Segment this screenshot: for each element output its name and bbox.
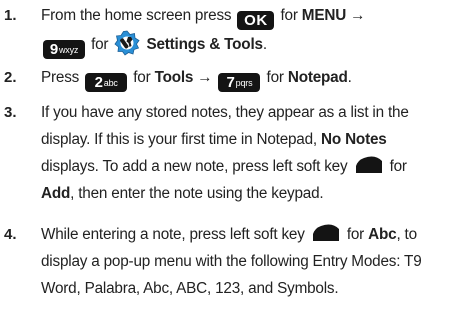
step-text: If you have any stored notes, they appea…: [41, 99, 465, 207]
text-run: for: [266, 69, 284, 86]
step-number: 4.: [4, 226, 17, 243]
key-digit: 9: [49, 41, 58, 58]
settings-tools-label: Settings & Tools: [146, 36, 263, 53]
text-run: Word, Palabra, Abc, ABC, 123, and Symbol…: [41, 280, 339, 297]
step-text: While entering a note, press left soft k…: [41, 221, 465, 302]
text-run: for: [133, 69, 151, 86]
tools-label: Tools: [154, 69, 194, 86]
arrow-glyph: →: [350, 7, 366, 24]
settings-tools-icon: [114, 30, 140, 56]
key-7-icon: 7pqrs: [218, 73, 261, 92]
text-run: Press: [41, 69, 80, 86]
key-letters: pqrs: [235, 78, 253, 88]
notepad-label: Notepad: [287, 69, 348, 86]
text-run: for: [280, 7, 298, 24]
step-number: 2.: [4, 69, 17, 86]
text-run: for: [389, 158, 407, 175]
text-run: From the home screen press: [41, 7, 232, 24]
text-run: While entering a note, press left soft k…: [41, 226, 305, 243]
step-text: Press 2abc for Tools → 7pqrs for Notepad…: [41, 64, 465, 92]
left-soft-key-icon: [355, 156, 382, 173]
instruction-list: 1. From the home screen press OK for MEN…: [0, 0, 471, 318]
text-run: , then enter the note using the keypad.: [70, 185, 324, 202]
key-letters: abc: [103, 78, 118, 88]
step-number: 3.: [4, 104, 17, 121]
text-run: display a pop-up menu with the following…: [41, 253, 422, 270]
text-run: for: [346, 226, 365, 243]
text-run: .: [347, 69, 352, 86]
key-letters: wxyz: [58, 45, 79, 55]
menu-label: MENU: [301, 7, 347, 24]
arrow-glyph: →: [197, 69, 213, 86]
ok-key-icon: OK: [237, 11, 275, 30]
text-run: displays. To add a new note, press left …: [41, 158, 348, 175]
key-9-icon: 9wxyz: [43, 40, 85, 59]
add-label: Add: [41, 185, 71, 202]
text-run: If you have any stored notes, they appea…: [41, 104, 409, 121]
text-run: .: [262, 36, 267, 53]
no-notes-label: No Notes: [321, 131, 387, 148]
abc-label: Abc: [368, 226, 397, 243]
step-text: From the home screen press OK for MENU →…: [41, 2, 465, 59]
text-run: display. If this is your first time in N…: [41, 131, 317, 148]
text-run: , to: [396, 226, 417, 243]
key-digit: 2: [94, 74, 103, 91]
left-soft-key-icon: [312, 224, 339, 241]
step-number: 1.: [4, 7, 17, 24]
text-run: for: [91, 36, 109, 53]
key-2-icon: 2abc: [85, 73, 128, 92]
key-digit: 7: [226, 74, 235, 91]
